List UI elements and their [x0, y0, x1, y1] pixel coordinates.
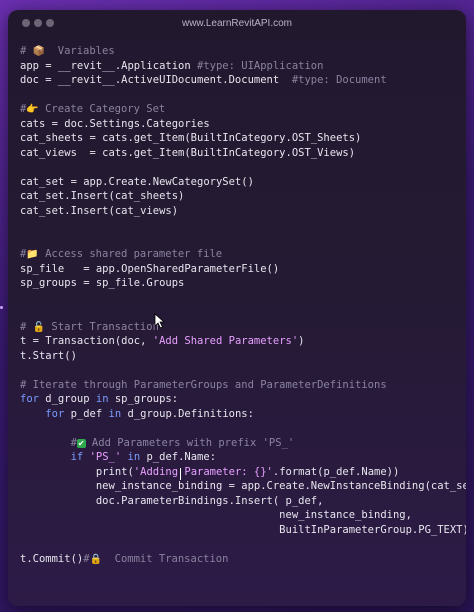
code-text: p_def: [64, 407, 109, 420]
code-line: print('Adding Parameter: {}'.format(p_de…: [20, 465, 466, 480]
code-line: cat_set.Insert(cat_views): [20, 204, 466, 219]
code-text: cat_set.Insert(cat_sheets): [20, 190, 185, 202]
code-text: doc = __revit__.ActiveUIDocument.Documen…: [20, 74, 292, 86]
code-keyword: for: [45, 407, 65, 420]
code-string: 'Add Shared Parameters': [152, 335, 299, 347]
code-window: www.LearnRevitAPI.com # 📦 Variables app =…: [8, 10, 466, 606]
title-bar: www.LearnRevitAPI.com: [8, 10, 466, 38]
code-comment: Start Transaction: [45, 320, 159, 333]
code-string: 'Adding Parameter: {}': [133, 465, 273, 478]
code-text: d_group.Definitions:: [121, 407, 254, 420]
code-comment: Add Parameters with prefix 'PS_': [85, 436, 295, 449]
code-line: t.Start(): [20, 349, 466, 364]
code-text: sp_file = app.OpenSharedParameterFile(): [20, 262, 280, 275]
lock-icon: 🔒: [89, 553, 102, 565]
code-line: doc.ParameterBindings.Insert( p_def,: [20, 494, 466, 509]
code-keyword: in: [108, 407, 122, 420]
code-comment: #type: UIApplication: [197, 59, 324, 72]
code-text: d_group: [38, 393, 96, 405]
code-comment: #: [20, 436, 77, 449]
text-cursor-icon: [180, 468, 181, 480]
code-line: cat_set.Insert(cat_sheets): [20, 189, 466, 204]
code-text: print(: [20, 465, 134, 478]
code-line: t = Transaction(doc, 'Add Shared Paramet…: [20, 334, 466, 349]
code-line: cat_views = cats.get_Item(BuiltInCategor…: [20, 146, 466, 161]
code-line: # 🔓 Start Transaction: [20, 320, 466, 335]
hand-icon: 👉: [26, 104, 39, 115]
code-comment: # Iterate through ParameterGroups and Pa…: [20, 378, 387, 391]
code-line: cats = doc.Settings.Categories: [20, 117, 466, 132]
code-text: doc.ParameterBindings.Insert( p_def,: [20, 494, 324, 507]
code-line: cat_set = app.Create.NewCategorySet(): [20, 175, 466, 190]
code-comment: Variables: [45, 45, 115, 57]
folder-icon: 📁: [26, 249, 39, 260]
code-text: app = __revit__.Application: [20, 59, 198, 72]
code-keyword: if: [70, 451, 84, 463]
code-keyword: for: [20, 393, 39, 405]
code-line: #✔ Add Parameters with prefix 'PS_': [20, 436, 466, 451]
code-text: BuiltInParameterGroup.PG_TEXT): [20, 523, 466, 536]
code-text: cat_sheets = cats.get_Item(BuiltInCatego…: [20, 132, 362, 144]
code-text: sp_groups:: [108, 393, 179, 405]
code-line: cat_sheets = cats.get_Item(BuiltInCatego…: [20, 131, 466, 146]
site-title: www.LearnRevitAPI.com: [181, 18, 293, 29]
code-text: ): [298, 335, 305, 347]
code-comment: #: [20, 45, 33, 57]
code-comment: Access shared parameter file: [38, 248, 223, 260]
pkg-icon: 📦: [32, 46, 46, 57]
code-text: new_instance_binding = app.Create.NewIns…: [20, 480, 466, 492]
code-line: for p_def in d_group.Definitions:: [20, 407, 466, 422]
code-text: t = Transaction(doc,: [20, 335, 153, 347]
code-line: # Iterate through ParameterGroups and Pa…: [20, 378, 466, 393]
check-icon: ✔: [76, 438, 86, 448]
code-keyword: in: [127, 451, 141, 463]
code-editor[interactable]: # 📦 Variables app = __revit__.Application…: [20, 44, 466, 566]
code-text: new_instance_binding,: [20, 509, 412, 521]
mouse-pointer-icon: [154, 313, 166, 329]
code-line: sp_groups = sp_file.Groups: [20, 276, 466, 291]
code-comment: Commit Transaction: [102, 552, 229, 565]
code-comment: #type: Document: [291, 74, 387, 86]
lock-icon: 🔓: [32, 321, 46, 333]
code-line: #📁 Access shared parameter file: [20, 247, 466, 262]
code-string: 'PS_': [89, 451, 122, 463]
code-comment: #: [20, 320, 33, 333]
code-comment: Create Category Set: [38, 103, 166, 115]
code-text: cats = doc.Settings.Categories: [20, 117, 210, 130]
code-keyword: in: [95, 393, 109, 405]
code-text: p_def.Name:: [140, 451, 217, 463]
code-text: sp_groups = sp_file.Groups: [20, 277, 185, 289]
code-line: new_instance_binding,: [20, 508, 466, 523]
code-line: doc = __revit__.ActiveUIDocument.Documen…: [20, 73, 466, 88]
code-line: for d_group in sp_groups:: [20, 392, 466, 407]
code-text: cat_views = cats.get_Item(BuiltInCategor…: [20, 146, 356, 159]
edge-marker: [0, 306, 3, 309]
code-text: cat_set.Insert(cat_views): [20, 204, 179, 217]
code-text: t.Commit(): [20, 552, 84, 565]
code-line: t.Commit()#🔒 Commit Transaction: [20, 552, 466, 567]
code-line: #👉 Create Category Set: [20, 102, 466, 117]
code-text: cat_set = app.Create.NewCategorySet(): [20, 175, 254, 188]
code-line: BuiltInParameterGroup.PG_TEXT): [20, 523, 466, 538]
code-line: new_instance_binding = app.Create.NewIns…: [20, 479, 466, 494]
code-line: # 📦 Variables: [20, 44, 466, 59]
code-text: t.Start(): [20, 349, 77, 362]
code-line: if 'PS_' in p_def.Name:: [20, 450, 466, 465]
code-text: .format(p_def.Name)): [272, 465, 400, 478]
code-line: app = __revit__.Application #type: UIApp…: [20, 59, 466, 74]
code-line: sp_file = app.OpenSharedParameterFile(): [20, 262, 466, 277]
